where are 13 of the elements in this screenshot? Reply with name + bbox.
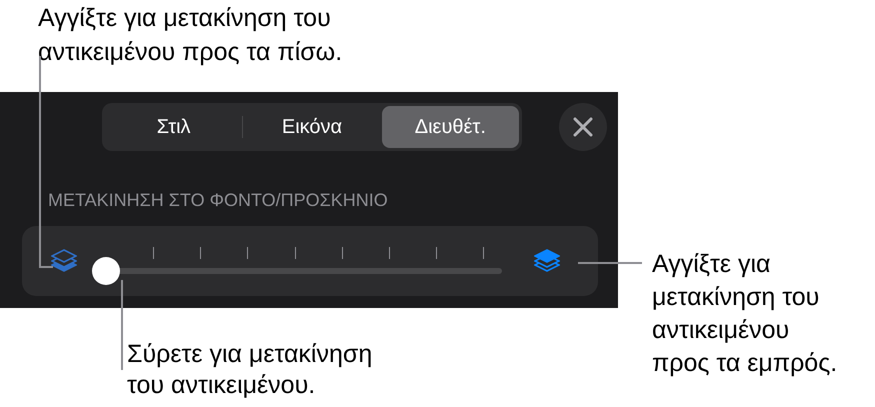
tab[interactable]: Διευθέτ. <box>382 106 519 148</box>
leader-line <box>578 262 642 264</box>
callout-text: Σύρετε για μετακίνηση του αντικειμένου. <box>127 339 374 401</box>
close-icon <box>573 117 593 137</box>
bring-forward-icon[interactable] <box>534 247 560 275</box>
callout-text: Αγγίξτε για μετακίνηση του αντικειμένου προς τα πίσω. <box>38 3 344 68</box>
callout-text: Αγγίξτε για μετακίνηση του αντικειμένου προς τα εμπρός. <box>652 249 838 379</box>
section-label: ΜΕΤΑΚΙΝΗΣΗ ΣΤΟ ΦΟΝΤΟ/ΠΡΟΣΚΗΝΙΟ <box>48 189 389 211</box>
send-backward-icon[interactable] <box>51 247 77 275</box>
tab[interactable]: Στιλ <box>105 106 242 148</box>
tab[interactable]: Εικόνα <box>243 106 381 148</box>
slider-thumb[interactable] <box>92 257 120 285</box>
close-button[interactable] <box>559 103 607 151</box>
